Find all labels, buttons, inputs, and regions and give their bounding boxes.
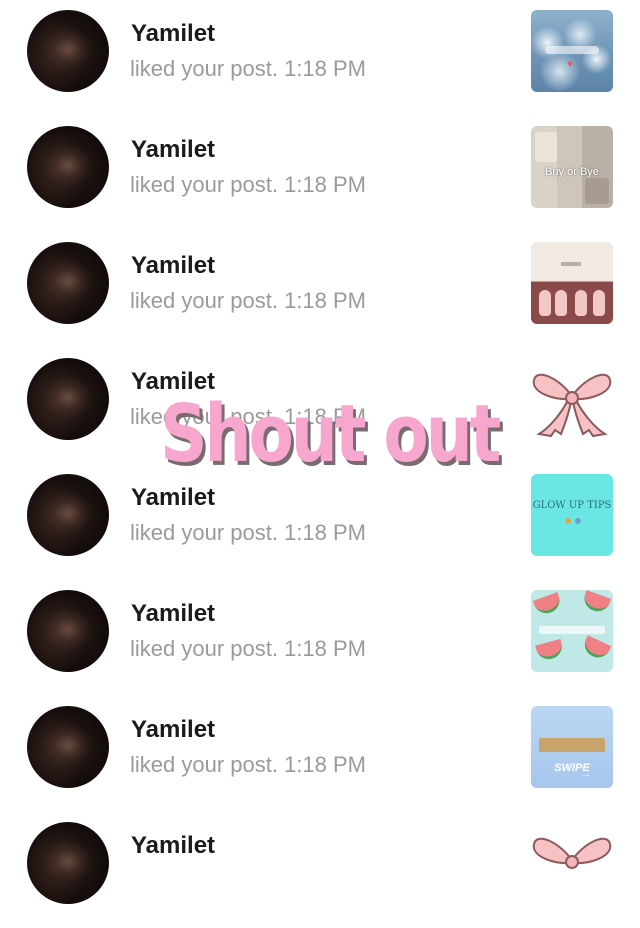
arrow-icon: →	[581, 769, 591, 780]
notification-row[interactable]: Yamilet liked your post. 1:18 PM	[0, 232, 640, 348]
notification-text: liked your post. 1:18 PM	[130, 56, 367, 81]
post-thumbnail[interactable]	[531, 822, 613, 904]
notification-text: liked your post. 1:18 PM	[130, 172, 367, 197]
avatar[interactable]	[27, 10, 109, 92]
watermelon-pattern-image	[580, 590, 612, 615]
watermelon-pattern-image	[580, 635, 612, 662]
notification-row[interactable]: Yamilet liked your post. 1:18 PM SWIPE →	[0, 696, 640, 812]
notification-row[interactable]: Yamilet liked your post. 1:18 PM	[0, 580, 640, 696]
user-name[interactable]: Yamilet	[131, 484, 215, 512]
post-thumbnail[interactable]: Buy or Bye	[531, 126, 613, 208]
thumbnail-caption: SWIPE	[554, 762, 590, 774]
avatar[interactable]	[27, 126, 109, 208]
user-name[interactable]: Yamilet	[131, 600, 215, 628]
snow-clouds-image	[545, 46, 599, 54]
post-thumbnail[interactable]	[531, 590, 613, 672]
nails-image	[539, 290, 551, 316]
pink-bow-image	[532, 373, 612, 438]
post-thumbnail[interactable]	[531, 242, 613, 324]
shout-out-overlay-text: Shout out	[160, 388, 501, 481]
nails-image	[593, 290, 605, 316]
notification-text: liked your post. 1:18 PM	[130, 288, 367, 313]
avatar[interactable]	[27, 358, 109, 440]
watermelon-pattern-image	[532, 592, 564, 617]
bucket-list-image	[539, 738, 605, 752]
user-name[interactable]: Yamilet	[131, 20, 215, 48]
nails-image	[575, 290, 587, 316]
post-thumbnail[interactable]: SWIPE →	[531, 706, 613, 788]
avatar[interactable]	[27, 706, 109, 788]
fashion-collage-image	[535, 132, 557, 162]
notification-row[interactable]: Yamilet liked your post. 1:18 PM Buy or …	[0, 116, 640, 232]
pink-bow-image	[532, 837, 612, 869]
post-thumbnail[interactable]	[531, 358, 613, 440]
glow-up-tips-image	[565, 518, 571, 524]
notification-row[interactable]: Yamilet liked your post. 1:18 PM GLOW UP…	[0, 464, 640, 580]
nails-image	[561, 262, 581, 266]
avatar[interactable]	[27, 590, 109, 672]
notification-row[interactable]: Yamilet	[0, 812, 640, 928]
user-name[interactable]: Yamilet	[131, 716, 215, 744]
post-thumbnail[interactable]: GLOW UP TIPS	[531, 474, 613, 556]
thumbnail-caption: GLOW UP TIPS	[532, 500, 612, 511]
post-thumbnail[interactable]: ♥	[531, 10, 613, 92]
fashion-collage-image	[585, 178, 609, 204]
notification-text: liked your post. 1:18 PM	[130, 752, 367, 777]
user-name[interactable]: Yamilet	[131, 136, 215, 164]
notification-text: liked your post. 1:18 PM	[130, 636, 367, 661]
notification-text: liked your post. 1:18 PM	[130, 520, 367, 545]
avatar[interactable]	[27, 474, 109, 556]
watermelon-pattern-image	[535, 638, 565, 663]
watermelon-pattern-image	[539, 626, 605, 634]
thumbnail-caption: Buy or Bye	[545, 166, 599, 178]
user-name[interactable]: Yamilet	[131, 252, 215, 280]
heart-icon: ♥	[567, 59, 573, 70]
avatar[interactable]	[27, 242, 109, 324]
nails-image	[555, 290, 567, 316]
notification-row[interactable]: Yamilet liked your post. 1:18 PM ♥	[0, 0, 640, 116]
glow-up-tips-image	[575, 518, 581, 524]
avatar[interactable]	[27, 822, 109, 904]
